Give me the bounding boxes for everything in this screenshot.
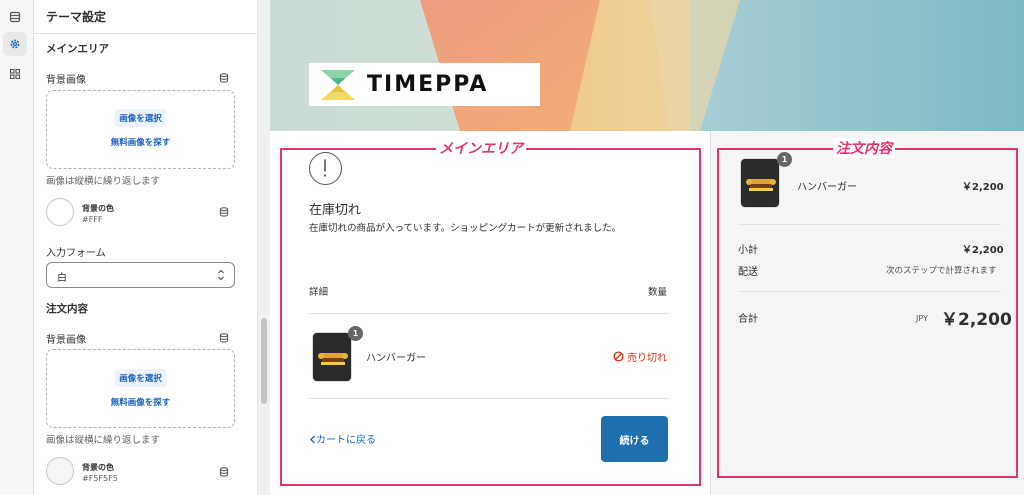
theme-settings-button[interactable]: [3, 32, 27, 56]
back-to-cart-label: カートに戻る: [316, 435, 376, 446]
main-bg-color-swatch[interactable]: [46, 198, 74, 226]
sections-button[interactable]: [3, 5, 27, 29]
panel-header: テーマ設定: [34, 0, 257, 34]
apps-button[interactable]: [3, 62, 27, 86]
main-bg-image-label: 背景画像: [46, 75, 86, 86]
total-label: 合計: [738, 314, 758, 325]
input-form-select[interactable]: 白: [46, 262, 235, 288]
order-bg-image-dropzone[interactable]: 画像を選択 無料画像を探す: [46, 349, 235, 428]
main-bg-image-help: 画像は縦横に繰り返します: [46, 176, 161, 187]
database-icon: [219, 333, 229, 343]
apps-icon: [9, 68, 21, 80]
product-thumbnail: [312, 332, 352, 382]
panel-scrollbar[interactable]: [257, 0, 270, 495]
item-quantity-badge: 1: [348, 326, 363, 341]
theme-settings-panel: テーマ設定 メインエリア 背景画像 画像を選択 無料画像を探す 画像は縦横に繰り…: [34, 0, 257, 495]
order-product-thumbnail: [740, 158, 780, 208]
divider: [738, 224, 1001, 225]
panel-scrollbar-thumb[interactable]: [261, 318, 267, 404]
subtotal-value: ￥2,200: [962, 245, 1004, 256]
divider: [309, 313, 669, 314]
warning-icon: [309, 152, 342, 185]
order-bg-image-label: 背景画像: [46, 335, 86, 346]
logo-text: TIMEPPA: [367, 72, 489, 97]
out-of-stock-description: 在庫切れの商品が入っています。ショッピングカートが更新されました。: [309, 223, 622, 234]
order-section-title: 注文内容: [46, 303, 88, 315]
main-bg-color-label: 背景の色: [82, 204, 114, 213]
detail-column-header: 詳細: [309, 287, 329, 298]
order-area-annotation: 注文内容: [833, 138, 895, 158]
total-value: ￥2,200: [941, 310, 1012, 330]
order-free-image-button[interactable]: 無料画像を探す: [106, 393, 176, 411]
main-area-annotation: メインエリア: [436, 138, 526, 158]
sold-out-label: 売り切れ: [627, 353, 667, 364]
back-to-cart-link[interactable]: カートに戻る: [309, 431, 376, 446]
total-currency: JPY: [916, 314, 928, 323]
main-bg-color-value: #FFF: [82, 215, 103, 224]
order-bg-image-help: 画像は縦横に繰り返します: [46, 435, 161, 446]
quantity-column-header: 数量: [648, 287, 668, 298]
chevron-updown-icon: [218, 269, 224, 281]
database-icon: [219, 73, 229, 83]
order-bg-color-label: 背景の色: [82, 463, 114, 472]
input-form-select-value: 白: [57, 273, 67, 284]
main-area-section-title: メインエリア: [46, 43, 109, 55]
prohibited-icon: [613, 351, 624, 362]
shipping-label: 配送: [738, 267, 758, 278]
divider: [309, 398, 669, 399]
order-select-image-button[interactable]: 画像を選択: [114, 369, 167, 387]
order-item-price: ￥2,200: [962, 182, 1004, 193]
hero-banner: TIMEPPA: [270, 0, 1024, 131]
chevron-left-icon: [310, 435, 315, 444]
item-name: ハンバーガー: [366, 353, 426, 364]
checkout-preview: TIMEPPA メインエリア 注文内容 在庫切れ 在庫切れの商品が入っています。…: [270, 0, 1024, 495]
icon-rail: [0, 0, 34, 495]
panel-title: テーマ設定: [46, 10, 107, 24]
subtotal-label: 小計: [738, 245, 758, 256]
logo-mark-icon: [321, 70, 355, 100]
divider: [738, 291, 1001, 292]
sold-out-status: 売り切れ: [613, 349, 667, 364]
input-form-label: 入力フォーム: [46, 248, 106, 259]
main-select-image-button[interactable]: 画像を選択: [114, 109, 167, 127]
layout-icon: [9, 11, 21, 23]
order-bg-color-value: #F5F5F5: [82, 474, 118, 483]
shipping-value: 次のステップで計算されます: [886, 266, 997, 276]
main-free-image-button[interactable]: 無料画像を探す: [106, 133, 176, 151]
continue-button[interactable]: 続ける: [601, 416, 668, 462]
gear-icon: [10, 39, 20, 49]
main-bg-image-dropzone[interactable]: 画像を選択 無料画像を探す: [46, 90, 235, 169]
store-logo[interactable]: TIMEPPA: [309, 63, 540, 106]
out-of-stock-heading: 在庫切れ: [309, 203, 362, 218]
order-item-name: ハンバーガー: [797, 182, 857, 193]
database-icon: [219, 467, 229, 477]
order-bg-color-swatch[interactable]: [46, 457, 74, 485]
order-item-quantity-badge: 1: [777, 152, 792, 167]
database-icon: [219, 207, 229, 217]
